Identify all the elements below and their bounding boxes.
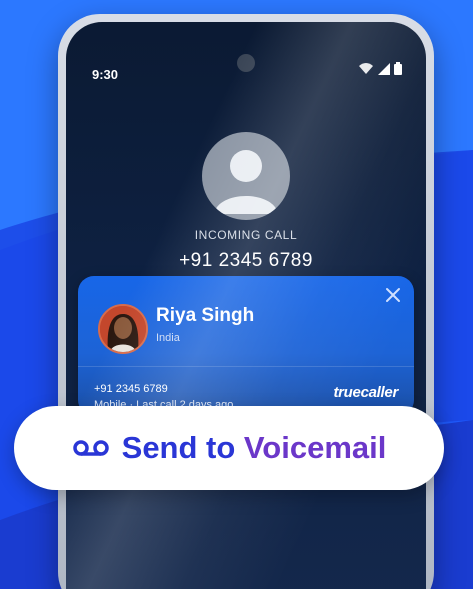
camera-cutout <box>237 54 255 72</box>
voicemail-icon <box>72 440 109 456</box>
label-accent: Voicemail <box>243 430 387 465</box>
incoming-call-label: INCOMING CALL <box>194 228 298 242</box>
phone-screen: 9:30 INCOMING CALL +91 2345 6789 Riya Si… <box>66 22 426 589</box>
battery-icon <box>394 62 402 75</box>
phone-frame: 9:30 INCOMING CALL +91 2345 6789 Riya Si… <box>58 14 434 589</box>
wifi-icon <box>359 63 373 74</box>
divider <box>78 366 414 367</box>
signal-icon <box>378 63 390 75</box>
caller-id-card[interactable]: Riya Singh India +91 2345 6789 Mobile · … <box>78 276 414 416</box>
truecaller-logo: truecaller <box>333 384 398 401</box>
status-time: 9:30 <box>92 67 119 82</box>
avatar <box>98 304 148 354</box>
send-to-voicemail-button[interactable]: Send to Voicemail <box>14 406 444 490</box>
close-icon[interactable] <box>384 286 402 304</box>
send-to-voicemail-label: Send to Voicemail <box>122 430 387 466</box>
status-icons <box>358 62 402 75</box>
incoming-number: +91 2345 6789 <box>179 250 313 271</box>
caller-name: Riya Singh <box>156 305 255 326</box>
label-prefix: Send to <box>121 430 244 465</box>
person-placeholder-icon <box>202 132 290 220</box>
caller-country: India <box>156 332 180 344</box>
caller-number: +91 2345 6789 <box>94 383 168 395</box>
